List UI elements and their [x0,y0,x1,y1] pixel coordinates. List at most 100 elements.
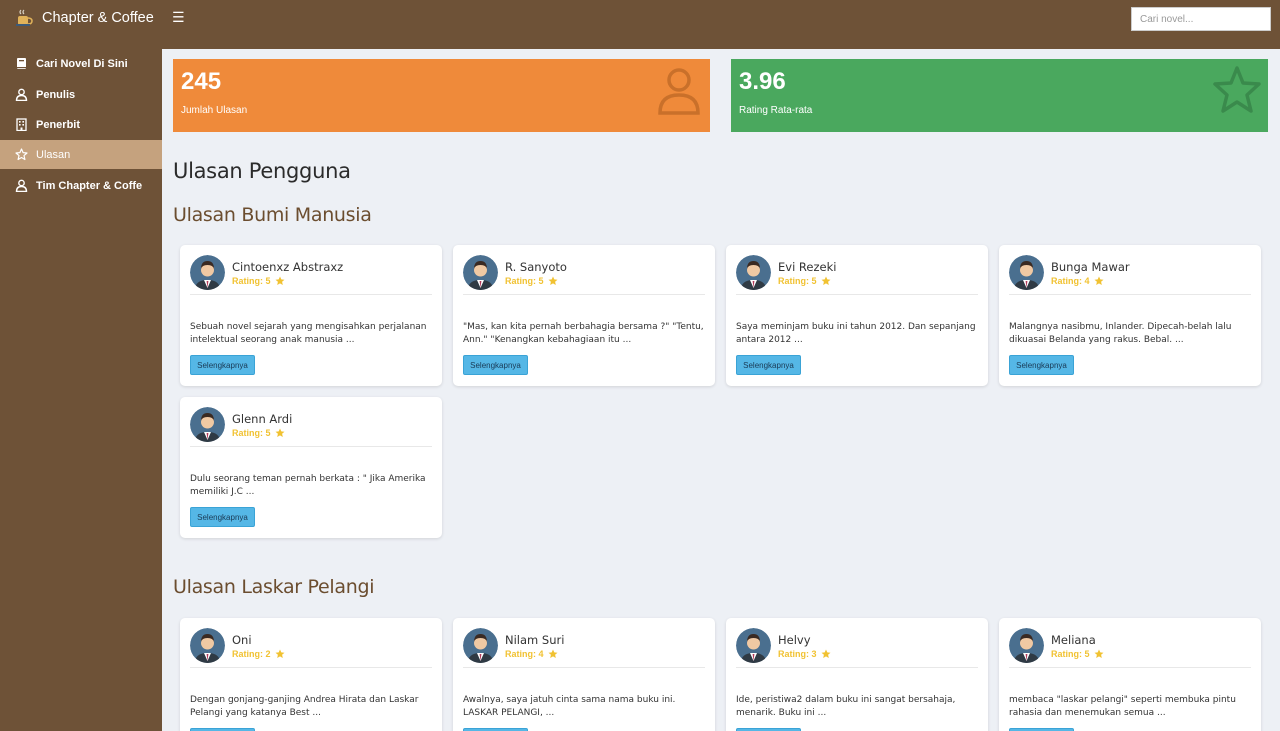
reviewer-name: Meliana [1051,633,1096,647]
review-rating: Rating: 3 [778,649,831,659]
review-count-label: Jumlah Ulasan [181,105,248,116]
read-more-button[interactable]: Selengkapnya [463,355,528,375]
read-more-button[interactable]: Selengkapnya [190,355,255,375]
avatar [190,255,225,290]
review-card-header: Nilam Suri Rating: 4 [463,628,705,668]
rating-text: Rating: 5 [778,276,817,286]
reviewer-name: R. Sanyoto [505,260,567,274]
avatar [1009,628,1044,663]
review-card: Cintoenxz Abstraxz Rating: 5 Sebuah novel … [180,245,442,386]
review-count-box: 245 Jumlah Ulasan [173,59,710,132]
rating-text: Rating: 4 [505,649,544,659]
review-rating: Rating: 5 [232,428,285,438]
star-icon [548,649,558,659]
review-card: Meliana Rating: 5 membaca "laskar pelangi"… [999,618,1261,731]
sidebar-item-cari-novel[interactable]: Cari Novel Di Sini [0,49,162,78]
star-icon [1094,649,1104,659]
review-card-header: Helvy Rating: 3 [736,628,978,668]
read-more-button[interactable]: Selengkapnya [736,355,801,375]
sidebar-item-label: Penerbit [36,118,81,131]
avatar [190,407,225,442]
star-icon [15,148,28,161]
star-icon [275,428,285,438]
review-rating: Rating: 5 [1051,649,1104,659]
sidebar-item-label: Tim Chapter & Coffe [36,179,143,192]
review-rating: Rating: 4 [505,649,558,659]
review-excerpt: Sebuah novel sejarah yang mengisahkan pe… [190,322,427,345]
sidebar-item-penerbit[interactable]: Penerbit [0,110,162,139]
review-rating: Rating: 4 [1051,276,1104,286]
review-excerpt: Saya meminjam buku ini tahun 2012. Dan s… [736,322,976,345]
review-rating: Rating: 5 [505,276,558,286]
menu-toggle-icon[interactable]: ☰ [172,9,185,26]
average-rating-label: Rating Rata-rata [739,105,813,116]
review-excerpt: "Mas, kan kita pernah berbahagia bersama… [463,322,704,345]
avatar [736,628,771,663]
review-card: Helvy Rating: 3 Ide, peristiwa2 dalam buku… [726,618,988,731]
reviewer-name: Glenn Ardi [232,412,293,426]
review-rating: Rating: 5 [232,276,285,286]
reviewer-name: Helvy [778,633,811,647]
rating-text: Rating: 5 [505,276,544,286]
star-icon [275,649,285,659]
avatar [190,628,225,663]
section-title: Ulasan Bumi Manusia [173,204,372,226]
review-excerpt: Malangnya nasibmu, Inlander. Dipecah-bel… [1009,322,1232,345]
review-excerpt: Awalnya, saya jatuh cinta sama nama buku… [463,695,676,718]
review-count-value: 245 [181,68,222,95]
rating-text: Rating: 4 [1051,276,1090,286]
user-icon [658,68,700,115]
read-more-button[interactable]: Selengkapnya [1009,355,1074,375]
building-icon [16,118,27,131]
rating-text: Rating: 5 [232,276,271,286]
search-input[interactable] [1131,7,1271,31]
read-more-button[interactable]: Selengkapnya [190,507,255,527]
review-card: Oni Rating: 2 Dengan gonjang-ganjing Andre… [180,618,442,731]
review-excerpt: Dengan gonjang-ganjing Andrea Hirata dan… [190,695,419,718]
review-card-header: Oni Rating: 2 [190,628,432,668]
review-rating: Rating: 5 [778,276,831,286]
section-title: Ulasan Laskar Pelangi [173,576,375,598]
sidebar-item-ulasan[interactable]: Ulasan [0,140,162,169]
star-icon [1094,276,1104,286]
review-rating: Rating: 2 [232,649,285,659]
star-icon [1213,66,1261,113]
star-icon [821,276,831,286]
avatar [463,255,498,290]
sidebar-item-label: Ulasan [36,148,71,161]
reviewer-name: Bunga Mawar [1051,260,1130,274]
brand-name: Chapter & Coffee [42,10,154,26]
review-excerpt: Dulu seorang teman pernah berkata : " Ji… [190,474,426,497]
reviewer-name: Evi Rezeki [778,260,837,274]
coffee-logo-icon [16,9,33,26]
review-card-header: Evi Rezeki Rating: 5 [736,255,978,295]
review-card: Glenn Ardi Rating: 5 Dulu seorang teman pe… [180,397,442,538]
star-icon [821,649,831,659]
star-icon [548,276,558,286]
review-excerpt: membaca "laskar pelangi" seperti membuka… [1009,695,1236,718]
user-icon [15,179,28,192]
avatar [1009,255,1044,290]
rating-text: Rating: 5 [232,428,271,438]
book-icon [17,58,26,69]
average-rating-value: 3.96 [739,68,786,95]
sidebar-item-penulis[interactable]: Penulis [0,80,162,109]
review-card-header: Cintoenxz Abstraxz Rating: 5 [190,255,432,295]
average-rating-box: 3.96 Rating Rata-rata [731,59,1268,132]
rating-text: Rating: 2 [232,649,271,659]
review-card: Evi Rezeki Rating: 5 Saya meminjam buku in… [726,245,988,386]
review-card-header: Bunga Mawar Rating: 4 [1009,255,1251,295]
avatar [736,255,771,290]
sidebar: Cari Novel Di Sini Penulis Penerbit Ulas… [0,49,162,731]
review-card: Nilam Suri Rating: 4 Awalnya, saya jatuh c… [453,618,715,731]
review-card-header: Meliana Rating: 5 [1009,628,1251,668]
user-icon [15,88,28,101]
main-content: 245 Jumlah Ulasan 3.96 Rating Rata-rata … [162,49,1280,731]
reviewer-name: Cintoenxz Abstraxz [232,260,344,274]
sidebar-item-label: Cari Novel Di Sini [36,57,128,70]
review-card-header: R. Sanyoto Rating: 5 [463,255,705,295]
reviewer-name: Oni [232,633,252,647]
sidebar-item-tim[interactable]: Tim Chapter & Coffe [0,171,162,200]
brand[interactable]: Chapter & Coffee [14,8,154,28]
rating-text: Rating: 5 [1051,649,1090,659]
